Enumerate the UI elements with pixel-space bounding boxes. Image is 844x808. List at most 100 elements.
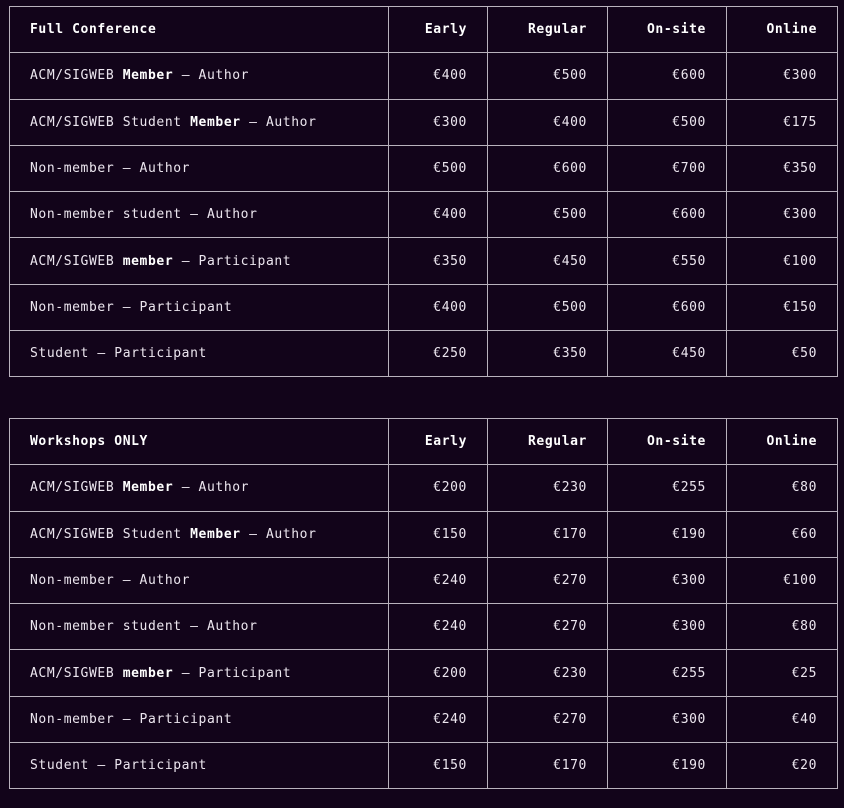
- category-emphasis: Member: [190, 526, 241, 542]
- price-regular: €170: [487, 742, 608, 790]
- table-row: Student – Participant €250 €350 €450 €50: [9, 330, 838, 378]
- category-suffix: – Author: [173, 480, 250, 496]
- full-conference-fee-table: Full Conference Early Regular On-site On…: [9, 5, 838, 378]
- price-regular: €270: [487, 695, 608, 744]
- fee-category-label: ACM/SIGWEB Student Member – Author: [9, 98, 389, 146]
- price-online: €80: [726, 464, 838, 512]
- price-online: €350: [726, 144, 838, 193]
- fee-category-label: Non-member student – Author: [9, 603, 389, 651]
- price-early: €400: [388, 283, 488, 332]
- fee-category-label: ACM/SIGWEB Student Member – Author: [9, 510, 389, 558]
- price-regular: €500: [487, 52, 608, 100]
- category-text: ACM/SIGWEB: [30, 253, 123, 269]
- price-online: €50: [726, 330, 838, 378]
- column-header-early: Early: [388, 417, 488, 466]
- category-text: Non-member – Participant: [30, 711, 233, 727]
- table-row: Non-member – Participant €400 €500 €600 €150: [9, 283, 838, 332]
- table-row: Non-member student – Author €400 €500 €600 €…: [9, 191, 838, 239]
- category-text: Non-member student – Author: [30, 207, 258, 223]
- category-emphasis: Member: [190, 114, 241, 130]
- category-text: Non-member – Participant: [30, 299, 233, 315]
- price-onsite: €700: [607, 144, 727, 193]
- column-header-regular: Regular: [487, 5, 608, 54]
- price-regular: €500: [487, 191, 608, 239]
- price-early: €200: [388, 464, 488, 512]
- price-regular: €270: [487, 603, 608, 651]
- table-header-row: Full Conference Early Regular On-site On…: [9, 5, 838, 54]
- price-early: €150: [388, 742, 488, 790]
- price-onsite: €300: [607, 556, 727, 605]
- column-header-early: Early: [388, 5, 488, 54]
- price-onsite: €600: [607, 283, 727, 332]
- fee-category-label: ACM/SIGWEB member – Participant: [9, 237, 389, 285]
- price-early: €240: [388, 603, 488, 651]
- price-onsite: €450: [607, 330, 727, 378]
- price-onsite: €190: [607, 742, 727, 790]
- category-text: ACM/SIGWEB: [30, 480, 123, 496]
- category-emphasis: Member: [122, 480, 174, 496]
- fee-category-label: Non-member – Author: [9, 144, 389, 193]
- table-title: Full Conference: [9, 5, 389, 54]
- table-title: Workshops ONLY: [9, 417, 389, 466]
- column-header-onsite: On-site: [607, 5, 727, 54]
- category-emphasis: member: [122, 253, 174, 269]
- fee-category-label: ACM/SIGWEB member – Participant: [9, 649, 389, 697]
- price-regular: €230: [487, 649, 608, 697]
- table-row: Non-member – Author €500 €600 €700 €350: [9, 144, 838, 193]
- price-onsite: €300: [607, 695, 727, 744]
- fee-category-label: ACM/SIGWEB Member – Author: [9, 52, 389, 100]
- price-online: €300: [726, 191, 838, 239]
- price-early: €400: [388, 52, 488, 100]
- price-onsite: €255: [607, 464, 727, 512]
- column-header-onsite: On-site: [607, 417, 727, 466]
- price-early: €350: [388, 237, 488, 285]
- fee-category-label: ACM/SIGWEB Member – Author: [9, 464, 389, 512]
- table-row: ACM/SIGWEB Member – Author €200 €230 €255 €8…: [9, 464, 838, 512]
- fee-category-label: Non-member – Participant: [9, 283, 389, 332]
- category-emphasis: member: [122, 665, 174, 681]
- category-suffix: – Author: [240, 526, 317, 542]
- category-suffix: – Participant: [173, 253, 292, 269]
- price-onsite: €600: [607, 191, 727, 239]
- workshops-fee-table: Workshops ONLY Early Regular On-site Onl…: [9, 417, 838, 790]
- price-onsite: €190: [607, 510, 727, 558]
- column-header-regular: Regular: [487, 417, 608, 466]
- category-text: Student – Participant: [30, 346, 207, 362]
- price-online: €40: [726, 695, 838, 744]
- price-regular: €350: [487, 330, 608, 378]
- fee-category-label: Student – Participant: [9, 742, 389, 790]
- price-onsite: €255: [607, 649, 727, 697]
- price-early: €200: [388, 649, 488, 697]
- price-early: €400: [388, 191, 488, 239]
- table-header-row: Workshops ONLY Early Regular On-site Onl…: [9, 417, 838, 466]
- category-text: Non-member – Author: [30, 573, 191, 589]
- price-early: €240: [388, 556, 488, 605]
- table-row: Non-member – Author €240 €270 €300 €100: [9, 556, 838, 605]
- price-regular: €270: [487, 556, 608, 605]
- table-body: ACM/SIGWEB Member – Author €400 €500 €600 €3…: [9, 52, 838, 378]
- category-suffix: – Author: [240, 114, 317, 130]
- price-early: €500: [388, 144, 488, 193]
- table-row: Non-member – Participant €240 €270 €300 €40: [9, 695, 838, 744]
- price-online: €100: [726, 237, 838, 285]
- table-row: Non-member student – Author €240 €270 €300 €…: [9, 603, 838, 651]
- price-onsite: €300: [607, 603, 727, 651]
- category-text: ACM/SIGWEB: [30, 665, 123, 681]
- price-regular: €500: [487, 283, 608, 332]
- price-regular: €170: [487, 510, 608, 558]
- price-early: €300: [388, 98, 488, 146]
- price-regular: €600: [487, 144, 608, 193]
- price-onsite: €600: [607, 52, 727, 100]
- fee-category-label: Non-member – Participant: [9, 695, 389, 744]
- category-text: ACM/SIGWEB Student: [30, 526, 191, 542]
- fee-category-label: Student – Participant: [9, 330, 389, 378]
- table-row: ACM/SIGWEB Student Member – Author €150 €1…: [9, 510, 838, 558]
- price-online: €25: [726, 649, 838, 697]
- category-emphasis: Member: [122, 68, 174, 84]
- price-regular: €230: [487, 464, 608, 512]
- price-online: €60: [726, 510, 838, 558]
- price-online: €100: [726, 556, 838, 605]
- price-online: €20: [726, 742, 838, 790]
- price-online: €80: [726, 603, 838, 651]
- table-row: ACM/SIGWEB Member – Author €400 €500 €600 €3…: [9, 52, 838, 100]
